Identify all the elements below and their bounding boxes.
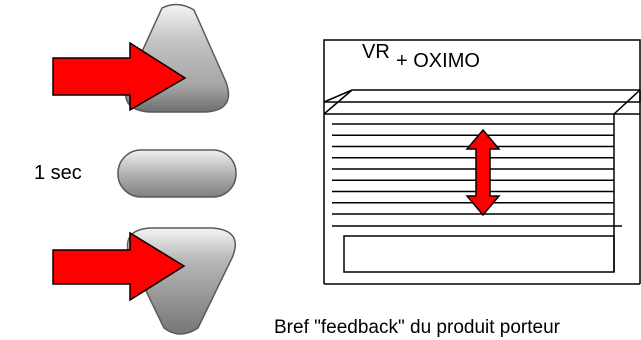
shutter-window-pane	[343, 235, 615, 273]
feedback-caption: Bref "feedback" du produit porteur	[274, 317, 560, 338]
stop-button[interactable]	[117, 149, 237, 198]
diagram-canvas: 1 sec VR + OXIMO Bref "feedback" du prod…	[0, 0, 641, 340]
double-arrow-vertical-icon	[465, 128, 501, 217]
press-duration-label: 1 sec	[34, 162, 82, 184]
diagram-drawing	[52, 3, 641, 335]
product-label: + OXIMO	[396, 50, 480, 72]
shutter-label: VR	[362, 41, 390, 63]
